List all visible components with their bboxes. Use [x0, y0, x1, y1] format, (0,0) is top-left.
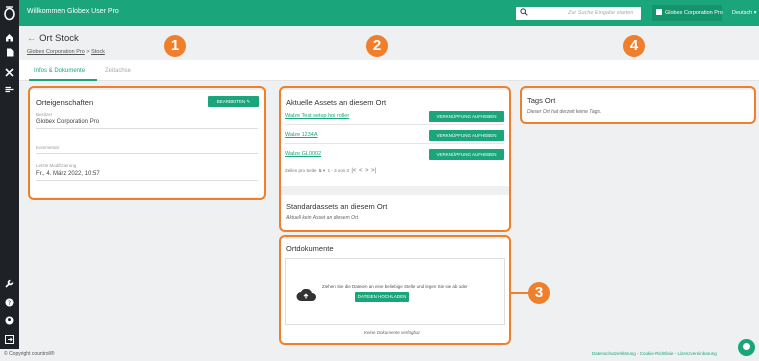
chat-icon: [743, 343, 750, 350]
tab-info-documents[interactable]: Infos & Dokumente: [34, 68, 85, 74]
active-tab-indicator: [29, 79, 97, 81]
user-icon[interactable]: [4, 316, 15, 326]
callout-frame-2: [279, 86, 511, 232]
organization-label: Globex Corporation Pro: [665, 10, 723, 16]
back-arrow-icon[interactable]: ←: [27, 33, 37, 44]
welcome-text: Willkommen Globex User Pro: [27, 8, 119, 15]
tab-timeline[interactable]: Zeitachse: [105, 68, 131, 74]
language-label: Deutsch: [732, 10, 753, 16]
callout-frame-4: [520, 86, 756, 124]
page-title-text: Ort Stock: [39, 33, 79, 44]
breadcrumb-separator: >: [86, 49, 90, 55]
callout-badge-4: 4: [623, 35, 645, 57]
help-icon[interactable]: ?: [4, 298, 15, 308]
callout-leader-3: [511, 292, 529, 294]
callout-badge-2: 2: [366, 35, 388, 57]
breadcrumb-location[interactable]: Stock: [91, 49, 105, 55]
legal-links[interactable]: Datenschutzerklärung - Cookie-Richtlinie…: [592, 351, 717, 356]
logout-icon[interactable]: [4, 335, 15, 345]
wrench-icon[interactable]: [4, 279, 15, 289]
asset-icon[interactable]: [4, 68, 15, 78]
search-box[interactable]: Zur Suche Eingabe starten: [516, 7, 641, 20]
home-icon[interactable]: [4, 33, 15, 43]
breadcrumb-organization[interactable]: Globex Corporation Pro: [27, 49, 85, 55]
copyright-text: © Copyright countroll®: [4, 351, 55, 357]
search-input[interactable]: Zur Suche Eingabe starten: [568, 10, 633, 16]
callout-badge-3: 3: [528, 282, 550, 304]
svg-text:?: ?: [8, 300, 11, 307]
breadcrumb: Globex Corporation Pro > Stock: [27, 49, 105, 55]
page-title: ← Ort Stock: [27, 33, 79, 44]
document-icon[interactable]: [4, 48, 15, 58]
callout-frame-3: [279, 235, 511, 345]
tab-bar: Infos & Dokumente Zeitachse: [19, 60, 759, 81]
organization-selector[interactable]: Globex Corporation Pro: [652, 5, 723, 21]
app-logo-icon[interactable]: [3, 4, 16, 22]
chat-button[interactable]: [738, 339, 755, 356]
callout-frame-1: [28, 86, 266, 200]
building-icon: [656, 9, 662, 15]
location-icon[interactable]: [4, 86, 15, 96]
language-selector[interactable]: Deutsch ▾: [728, 5, 759, 21]
callout-badge-1: 1: [164, 35, 186, 57]
search-icon: [520, 8, 528, 18]
